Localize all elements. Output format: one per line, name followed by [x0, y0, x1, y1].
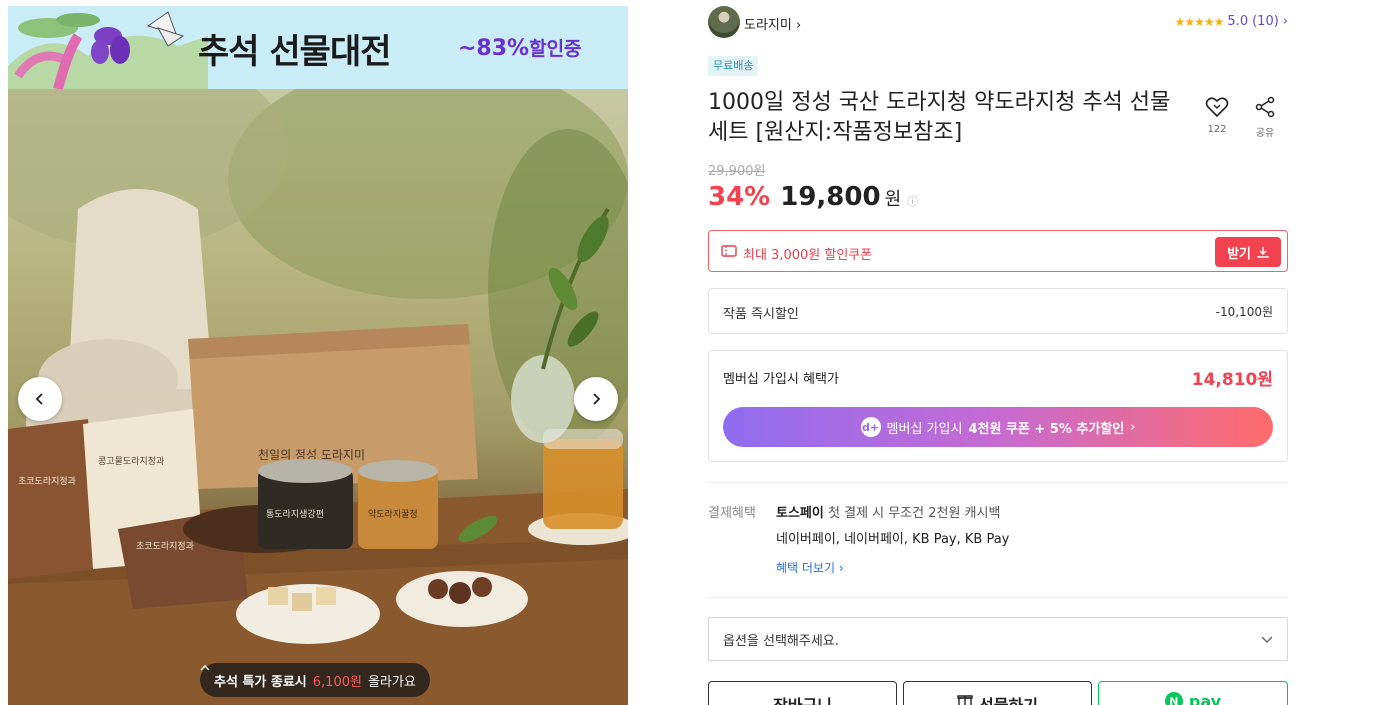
notice-suffix: 올라가요 — [367, 674, 416, 690]
star-rating-icon: ★★★★★ — [1174, 14, 1225, 29]
free-shipping-badge: 무료배송 — [708, 56, 759, 76]
gallery-prev-button[interactable] — [18, 377, 62, 421]
chevron-down-icon — [1261, 636, 1273, 643]
instant-discount-value: -10,100원 — [1215, 305, 1273, 319]
rating-arrow-icon: › — [1282, 14, 1288, 29]
coupon-button-label: 받기 — [1227, 246, 1251, 262]
gallery-next-button[interactable] — [574, 377, 618, 421]
currency-unit: 원 — [884, 189, 902, 210]
pouch-left-text: 초코도라지정과 — [18, 476, 76, 487]
notice-prefix: 추석 특가 종료시 — [214, 674, 307, 690]
seller-arrow-icon: › — [795, 18, 802, 33]
coupon-icon — [721, 245, 737, 257]
membership-price: 14,810원 — [1191, 370, 1273, 390]
chevron-right-icon: › — [1130, 419, 1136, 435]
share-icon — [1255, 96, 1275, 118]
seller-name-link[interactable]: 도라지미 › — [744, 14, 801, 33]
cart-label: 장바구니 — [773, 692, 832, 705]
rating-score: 5.0 — [1227, 14, 1249, 29]
like-button[interactable]: 122 — [1202, 96, 1232, 135]
naver-pay-label: pay — [1188, 692, 1222, 705]
membership-plus-icon: d+ — [860, 417, 881, 437]
membership-label: 멤버십 가입시 혜택가 — [723, 372, 839, 387]
more-benefits-link[interactable]: 혜택 더보기 › — [776, 559, 844, 576]
like-count: 122 — [1207, 124, 1227, 135]
membership-box: 멤버십 가입시 혜택가 14,810원 d+ 멤버십 가입시 4천원 쿠폰 + … — [708, 350, 1288, 462]
pouch-center-text: 콩고물도라지정과 — [98, 456, 164, 467]
membership-button-highlight: 4천원 쿠폰 + 5% 추가할인 — [968, 421, 1125, 437]
chevron-right-icon — [593, 393, 601, 405]
divider — [708, 482, 1288, 483]
price-row: 34% 19,800 원 ⓘ — [708, 182, 918, 212]
banner-title: 추석 선물대전 — [198, 32, 392, 72]
product-photo: 천일의 정성 도라지미 초코도라지정과 콩고물도라지정과 초코도라지정과 통도라… — [8, 89, 628, 705]
instant-discount-label: 작품 즉시할인 — [723, 307, 799, 322]
product-title: 1000일 정성 국산 도라지청 약도라지청 추석 선물세트 [원산지:작품정보… — [708, 90, 1171, 145]
option-placeholder: 옵션을 선택해주세요. — [723, 633, 839, 649]
toss-pay-name: 토스페이 — [776, 506, 824, 521]
instant-discount-row: 작품 즉시할인 -10,100원 — [708, 288, 1288, 334]
seller-name: 도라지미 — [744, 18, 792, 33]
add-to-cart-button[interactable]: 장바구니 — [708, 681, 897, 705]
coupon-banner: 최대 3,000원 할인쿠폰 받기 — [708, 230, 1288, 272]
banner-discount-suffix: 할인중 — [529, 38, 582, 60]
chevron-up-icon — [200, 664, 210, 671]
gift-button[interactable]: 선물하기 — [903, 681, 1092, 705]
naver-pay-button[interactable]: N pay — [1098, 681, 1288, 705]
price-increase-notice[interactable]: 추석 특가 종료시 6,100원 올라가요 — [200, 663, 430, 697]
option-select[interactable]: 옵션을 선택해주세요. — [708, 617, 1288, 661]
share-label: 공유 — [1255, 128, 1275, 139]
review-count: (10) — [1252, 14, 1279, 29]
product-photo-illustration: 천일의 정성 도라지미 초코도라지정과 콩고물도라지정과 초코도라지정과 통도라… — [8, 89, 628, 705]
divider — [708, 597, 1288, 598]
promo-banner[interactable]: 추석 선물대전 ~83%할인중 — [8, 6, 628, 89]
heart-icon — [1205, 97, 1229, 118]
toss-pay-benefit: 첫 결제 시 무조건 2천원 캐시백 — [827, 506, 1001, 521]
jar-right-text: 약도라지꿀청 — [368, 508, 418, 520]
download-icon — [1257, 247, 1269, 258]
rating-summary[interactable]: ★★★★★ 5.0 (10) › — [1175, 14, 1288, 29]
banner-discount: ~83%할인중 — [458, 34, 582, 61]
payment-benefits-label: 결제혜택 — [708, 506, 756, 521]
payment-benefit-others: 네이버페이, 네이버페이, KB Pay, KB Pay — [776, 532, 1010, 547]
gift-label: 선물하기 — [979, 692, 1038, 705]
membership-button-prefix: 멤버십 가입시 — [886, 421, 963, 437]
jar-left-text: 통도라지생강편 — [266, 508, 324, 520]
seller-row: 도라지미 › ★★★★★ 5.0 (10) › — [708, 6, 1288, 38]
info-icon[interactable]: ⓘ — [907, 193, 918, 209]
sale-price: 19,800 — [780, 182, 881, 212]
seller-avatar[interactable] — [708, 6, 740, 38]
banner-discount-value: ~83% — [458, 36, 530, 61]
discount-rate: 34% — [708, 182, 771, 212]
membership-join-button[interactable]: d+ 멤버십 가입시 4천원 쿠폰 + 5% 추가할인 › — [723, 407, 1273, 447]
naver-pay-icon: N — [1164, 692, 1183, 705]
chevron-left-icon — [35, 393, 43, 405]
banner-illustration — [8, 11, 208, 89]
pouch-bottom-text: 초코도라지정과 — [136, 541, 194, 552]
coupon-download-button[interactable]: 받기 — [1215, 237, 1281, 267]
payment-benefit-toss: 토스페이 첫 결제 시 무조건 2천원 캐시백 — [776, 502, 1000, 521]
gift-icon — [957, 695, 973, 705]
coupon-text: 최대 3,000원 할인쿠폰 — [743, 248, 873, 263]
original-price: 29,900원 — [708, 164, 766, 179]
share-button[interactable]: 공유 — [1250, 96, 1280, 139]
notice-amount: 6,100원 — [312, 674, 362, 690]
product-gallery: 추석 선물대전 ~83%할인중 천일의 정성 도라지미 초코도라지정과 콩고물도… — [8, 6, 628, 705]
